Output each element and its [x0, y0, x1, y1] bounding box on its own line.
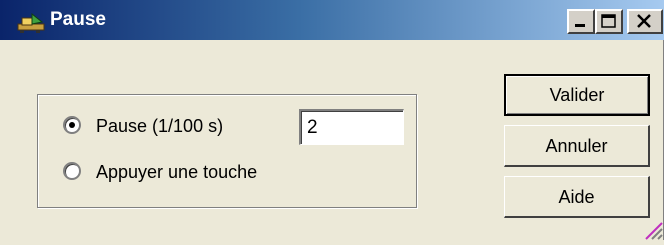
- app-icon: [16, 10, 48, 34]
- title-bar[interactable]: Pause: [0, 0, 664, 40]
- pause-option[interactable]: Pause (1/100 s): [63, 114, 283, 138]
- maximize-button[interactable]: [595, 9, 623, 34]
- radio-selected-dot: [69, 122, 75, 128]
- minimize-icon: [575, 24, 585, 27]
- pause-duration-input[interactable]: [299, 109, 404, 145]
- pause-dialog: Pause Pause (1/100 s) Appuyer: [0, 0, 664, 240]
- minimize-button[interactable]: [567, 9, 595, 34]
- keypress-option[interactable]: Appuyer une touche: [63, 160, 323, 184]
- keypress-radio[interactable]: [63, 162, 81, 180]
- close-button[interactable]: [627, 9, 663, 34]
- pause-option-label: Pause (1/100 s): [96, 116, 224, 136]
- help-button[interactable]: Aide: [504, 176, 650, 218]
- pause-radio[interactable]: [63, 116, 81, 134]
- resize-grip-icon[interactable]: [641, 218, 663, 240]
- close-icon: [637, 14, 651, 28]
- keypress-option-label: Appuyer une touche: [96, 162, 258, 182]
- validate-button[interactable]: Valider: [504, 74, 650, 116]
- cancel-button[interactable]: Annuler: [504, 125, 650, 167]
- maximize-icon: [601, 14, 616, 28]
- window-title: Pause: [50, 9, 106, 30]
